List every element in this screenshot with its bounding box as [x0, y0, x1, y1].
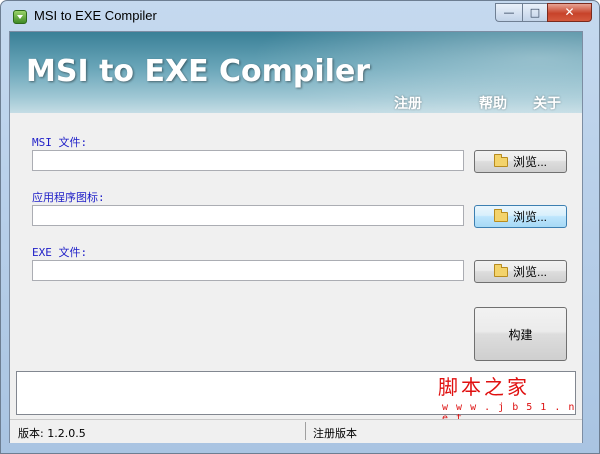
status-version: 版本: 1.2.0.5 [18, 427, 86, 440]
title-bar[interactable]: MSI to EXE Compiler — □ ✕ [1, 1, 599, 31]
status-separator [305, 422, 306, 440]
window-title: MSI to EXE Compiler [34, 8, 157, 23]
folder-icon [493, 208, 508, 222]
minimize-button[interactable]: — [495, 3, 522, 22]
folder-icon [493, 263, 508, 277]
status-bar: 版本: 1.2.0.5 注册版本 [10, 419, 582, 443]
app-window: MSI to EXE Compiler — □ ✕ MSI to EXE Com… [0, 0, 600, 454]
browse-label: 浏览... [512, 155, 547, 169]
banner-title: MSI to EXE Compiler [26, 54, 371, 89]
build-button[interactable]: 构建 [474, 307, 567, 361]
icon-browse-button[interactable]: 浏览... [474, 205, 567, 228]
msi-file-input[interactable] [32, 150, 464, 171]
app-icon [13, 10, 27, 24]
menu-about[interactable]: 关于 [533, 93, 561, 113]
status-registration: 注册版本 [313, 427, 357, 440]
menu-register[interactable]: 注册 [394, 93, 422, 113]
exe-file-input[interactable] [32, 260, 464, 281]
folder-icon [493, 153, 508, 167]
browse-label: 浏览... [512, 210, 547, 224]
header-banner: MSI to EXE Compiler 注册 帮助 关于 [10, 32, 582, 113]
close-button[interactable]: ✕ [547, 3, 592, 22]
menu-help[interactable]: 帮助 [479, 93, 507, 113]
watermark-text: 脚本之家 [438, 375, 530, 399]
browse-label: 浏览... [512, 265, 547, 279]
icon-file-label: 应用程序图标: [32, 191, 105, 204]
window-controls: — □ ✕ [495, 3, 592, 22]
maximize-button[interactable]: □ [522, 3, 547, 22]
msi-browse-button[interactable]: 浏览... [474, 150, 567, 173]
client-area: MSI to EXE Compiler 注册 帮助 关于 MSI 文件: 浏览.… [9, 31, 583, 443]
icon-file-input[interactable] [32, 205, 464, 226]
msi-file-label: MSI 文件: [32, 136, 88, 149]
exe-file-label: EXE 文件: [32, 246, 88, 259]
exe-browse-button[interactable]: 浏览... [474, 260, 567, 283]
